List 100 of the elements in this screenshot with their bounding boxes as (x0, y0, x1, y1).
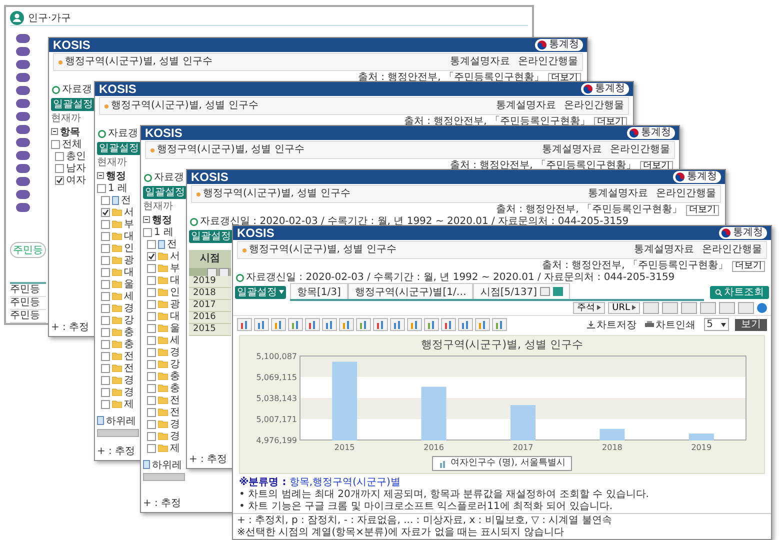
more-button[interactable]: 더보기 (686, 204, 719, 216)
chart-save-link[interactable]: 차트저장 (596, 318, 637, 332)
tree-item[interactable]: 총인 (66, 149, 86, 163)
tree-item[interactable]: 대 (170, 309, 180, 323)
chart-type-icon[interactable] (322, 318, 337, 331)
sublevel-link[interactable]: 하위레 (106, 414, 136, 428)
annotation-button[interactable]: 주석 (573, 302, 606, 314)
toolbar-icon[interactable] (719, 302, 735, 314)
agency-logo[interactable]: 통계청 (627, 127, 675, 139)
tree-item[interactable]: 경 (170, 345, 180, 359)
tree-item[interactable]: 울 (170, 321, 180, 335)
tree-item[interactable]: 부 (170, 261, 180, 275)
settings-button[interactable]: 일괄설정 (143, 186, 187, 198)
chart-type-icon[interactable] (373, 318, 388, 331)
checkbox[interactable] (55, 176, 64, 184)
tree-item[interactable]: 경 (170, 417, 180, 431)
tree-item[interactable]: 서 (124, 205, 134, 219)
tree-item[interactable]: 강 (170, 357, 180, 371)
tab[interactable]: 시점[5/137] (473, 283, 570, 299)
sublevel-link[interactable]: 하위레 (152, 458, 182, 472)
header-link[interactable]: 온라인간행물 (564, 99, 624, 113)
expand-icon[interactable] (51, 128, 58, 135)
logo[interactable]: KOSIS (191, 170, 228, 184)
chart-type-icon[interactable] (288, 318, 303, 331)
tree-item[interactable]: 1 레 (108, 181, 128, 195)
checkbox[interactable] (101, 304, 110, 312)
header-link[interactable]: 통계설명자료 (634, 243, 694, 257)
checkbox[interactable] (147, 360, 156, 368)
scrollbar[interactable] (143, 473, 185, 481)
chart-type-icon[interactable] (237, 318, 252, 331)
tree-item[interactable]: 전 (170, 393, 180, 407)
chart-type-icon[interactable] (305, 318, 320, 331)
agency-logo[interactable]: 통계청 (673, 171, 721, 183)
checkbox[interactable] (101, 220, 110, 228)
settings-button[interactable]: 일괄설정 (97, 142, 141, 154)
checkbox[interactable] (101, 280, 110, 288)
header-link[interactable]: 온라인간행물 (518, 55, 578, 69)
tree-item[interactable]: 1 레 (154, 225, 174, 239)
url-button[interactable]: URL (608, 302, 640, 314)
tab[interactable]: 항목[1/3] (290, 283, 348, 299)
header-link[interactable]: 온라인간행물 (656, 187, 716, 201)
tree-item[interactable]: 강 (124, 313, 134, 327)
tree-item[interactable]: 광 (124, 253, 134, 267)
checkbox[interactable] (101, 388, 110, 396)
expand-icon[interactable] (143, 216, 150, 223)
view-button[interactable]: 보기 (735, 318, 767, 330)
help-icon[interactable] (757, 302, 767, 312)
scrollbar[interactable] (97, 429, 139, 437)
checkbox[interactable] (147, 300, 156, 308)
checkbox[interactable] (147, 396, 156, 404)
tree-item[interactable]: 광 (170, 297, 180, 311)
checkbox[interactable] (147, 312, 156, 320)
chart-type-icon[interactable] (356, 318, 371, 331)
chart-type-icon[interactable] (424, 318, 439, 331)
checkbox[interactable] (147, 336, 156, 344)
checkbox[interactable] (55, 152, 64, 160)
checkbox[interactable] (147, 348, 156, 356)
header-link[interactable]: 통계설명자료 (496, 99, 556, 113)
checkbox[interactable] (101, 328, 110, 336)
checkbox[interactable] (101, 364, 110, 372)
chart-type-icon[interactable] (407, 318, 422, 331)
chart-type-icon[interactable] (492, 318, 507, 331)
chart-type-icon[interactable] (441, 318, 456, 331)
settings-button[interactable]: 일괄설정 (189, 230, 233, 242)
toolbar-icon[interactable] (643, 302, 659, 314)
agency-logo[interactable]: 통계청 (581, 83, 629, 95)
tree-item[interactable]: 인 (124, 241, 134, 255)
chart-type-icon[interactable] (390, 318, 405, 331)
checkbox[interactable] (147, 432, 156, 440)
tree-item[interactable]: 경 (124, 385, 134, 399)
agency-logo[interactable]: 통계청 (719, 227, 767, 239)
chart-type-icon[interactable] (254, 318, 269, 331)
checkbox[interactable] (147, 372, 156, 380)
logo[interactable]: KOSIS (99, 82, 136, 96)
tree-item[interactable]: 세 (170, 333, 180, 347)
tree-item[interactable]: 충 (170, 381, 180, 395)
checkbox[interactable] (147, 420, 156, 428)
tree-item[interactable]: 충 (124, 337, 134, 351)
tree-item[interactable]: 울 (124, 277, 134, 291)
toolbar-icon[interactable] (700, 302, 716, 314)
checkbox[interactable] (101, 292, 110, 300)
tree-item[interactable]: 남자 (66, 161, 86, 175)
checkbox[interactable] (101, 208, 110, 216)
tree-item[interactable]: 전 (170, 405, 180, 419)
checkbox[interactable] (101, 376, 110, 384)
header-link[interactable]: 통계설명자료 (588, 187, 648, 201)
checkbox[interactable] (51, 140, 60, 148)
checkbox[interactable] (101, 316, 110, 324)
chart-type-icon[interactable] (271, 318, 286, 331)
toolbar-icon[interactable] (662, 302, 678, 314)
checkbox[interactable] (147, 384, 156, 392)
more-button[interactable]: 더보기 (732, 260, 765, 272)
checkbox[interactable] (101, 352, 110, 360)
checkbox[interactable] (147, 444, 156, 452)
chart-search-button[interactable]: 차트조회 (710, 286, 769, 298)
checkbox[interactable] (97, 184, 106, 192)
header-link[interactable]: 통계설명자료 (542, 143, 602, 157)
logo[interactable]: KOSIS (237, 226, 274, 240)
tree-item[interactable]: 부 (124, 217, 134, 231)
tree-item[interactable]: 충 (170, 369, 180, 383)
